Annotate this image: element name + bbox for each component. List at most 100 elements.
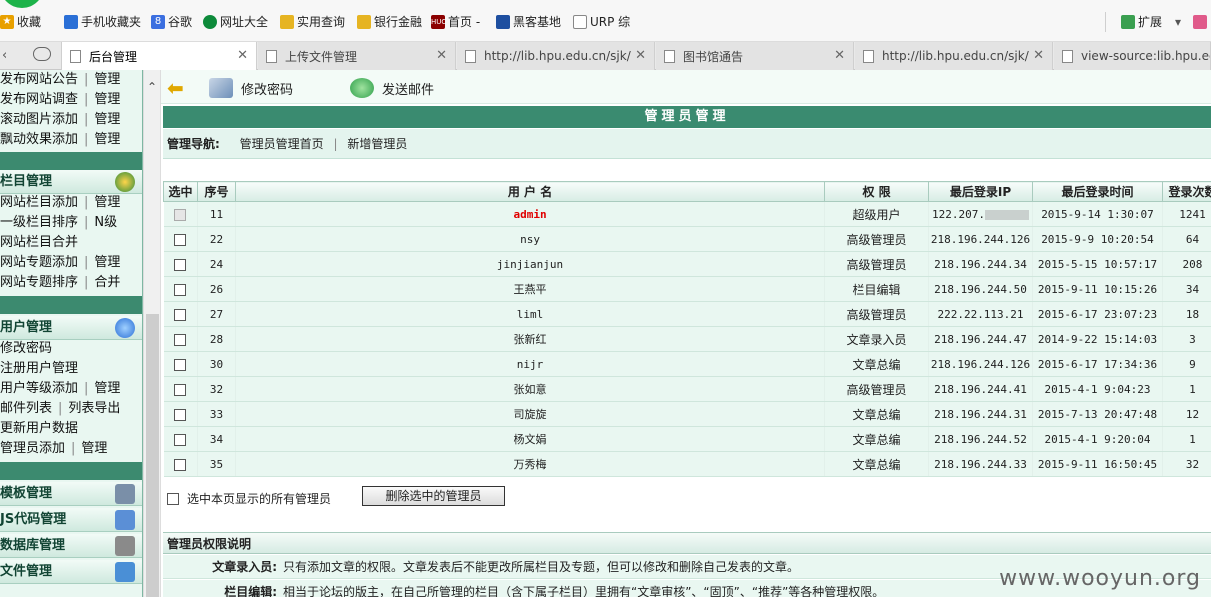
close-icon[interactable]: ✕	[436, 48, 447, 63]
table-row[interactable]: 32 张如意 高级管理员 218.196.244.41 2015-4-1 9:04:23…	[163, 376, 1211, 402]
table-row[interactable]: 34 杨文娟 文章总编 218.196.244.52 2015-4-1 9:20:04 1	[163, 426, 1211, 452]
extensions-button[interactable]: 扩展 ▾	[1121, 13, 1181, 31]
row-select-cell[interactable]	[163, 351, 198, 377]
nav-head-templates[interactable]: 模板管理	[0, 482, 142, 506]
row-username[interactable]: 司旋旋	[235, 401, 826, 427]
back-arrow-icon[interactable]: ⬅	[167, 76, 184, 100]
bookmark-favorites[interactable]: ★ 收藏	[0, 13, 41, 31]
row-username[interactable]: admin	[235, 201, 826, 227]
row-select-cell[interactable]	[163, 251, 198, 277]
row-checkbox[interactable]	[174, 458, 187, 471]
row-checkbox[interactable]	[174, 308, 187, 321]
nav-item-float-effect[interactable]: 飘动效果添加 | 管理	[0, 130, 142, 150]
nav-item-registered-users[interactable]: 注册用户管理	[0, 359, 142, 379]
row-select-cell[interactable]	[163, 226, 198, 252]
row-select-cell[interactable]	[163, 276, 198, 302]
nav-item-user-level[interactable]: 用户等级添加 | 管理	[0, 379, 142, 399]
nav-item-column-sort[interactable]: 一级栏目排序 | N级	[0, 213, 142, 233]
tab-view-source[interactable]: view-source:lib.hpu.ec	[1054, 42, 1211, 70]
row-select-cell[interactable]	[163, 301, 198, 327]
row-username[interactable]: nijr	[235, 351, 826, 377]
tab-scroll-left-icon[interactable]: ‹	[2, 48, 7, 63]
row-select-cell[interactable]	[163, 326, 198, 352]
nav-item-change-password[interactable]: 修改密码	[0, 339, 142, 359]
row-username[interactable]: 万秀梅	[235, 451, 826, 477]
nav-link-add-admin[interactable]: 新增管理员	[347, 137, 407, 151]
table-row[interactable]: 33 司旋旋 文章总编 218.196.244.31 2015-7-13 20:47:4…	[163, 401, 1211, 427]
nav-item-mail-list[interactable]: 邮件列表 | 列表导出	[0, 399, 142, 419]
nav-link-admin-home[interactable]: 管理员管理首页	[240, 137, 324, 151]
row-checkbox[interactable]	[174, 383, 187, 396]
select-all-checkbox[interactable]	[167, 492, 179, 505]
nav-head-users[interactable]: 用户管理	[0, 316, 142, 340]
table-row[interactable]: 24 jinjianjun 高级管理员 218.196.244.34 2015-5-15…	[163, 251, 1211, 277]
nav-item-admin-add[interactable]: 管理员添加 | 管理	[0, 439, 142, 459]
bookmark-banking[interactable]: 银行金融	[357, 13, 422, 31]
close-icon[interactable]: ✕	[834, 48, 845, 63]
row-checkbox[interactable]	[174, 333, 187, 346]
table-row[interactable]: 22 nsy 高级管理员 218.196.244.126 2015-9-9 10:20:…	[163, 226, 1211, 252]
close-icon[interactable]: ✕	[237, 48, 248, 63]
close-icon[interactable]: ✕	[1033, 48, 1044, 63]
scrollbar-thumb[interactable]	[146, 314, 159, 597]
row-checkbox[interactable]	[174, 258, 187, 271]
row-select-cell[interactable]	[163, 376, 198, 402]
addon-button[interactable]	[1193, 13, 1207, 31]
nav-item-topic-add[interactable]: 网站专题添加 | 管理	[0, 253, 142, 273]
tab-lib-url-2[interactable]: http://lib.hpu.edu.cn/sjk/✕	[855, 42, 1053, 70]
row-username[interactable]: 张如意	[235, 376, 826, 402]
tab-upload-files[interactable]: 上传文件管理 ✕	[258, 42, 456, 70]
bookmark-google[interactable]: 8 谷歌	[151, 13, 192, 31]
row-username[interactable]: 王燕平	[235, 276, 826, 302]
nav-head-database[interactable]: 数据库管理	[0, 534, 142, 558]
bookmark-urp[interactable]: URP 综	[573, 13, 630, 31]
nav-item-column-add[interactable]: 网站栏目添加 | 管理	[0, 193, 142, 213]
left-nav-scrollbar[interactable]: ⌃	[143, 70, 161, 597]
nav-head-columns[interactable]: 栏目管理	[0, 170, 142, 194]
table-row[interactable]: 26 王燕平 栏目编辑 218.196.244.50 2015-9-11 10:15:2…	[163, 276, 1211, 302]
cloud-icon[interactable]	[33, 47, 51, 61]
tab-admin[interactable]: 后台管理 ✕	[61, 42, 257, 71]
nav-item-column-merge[interactable]: 网站栏目合并	[0, 233, 142, 253]
bookmark-home[interactable]: HUC 首页 -	[431, 13, 480, 31]
bookmark-hacker-base[interactable]: 黑客基地	[496, 13, 561, 31]
row-select-cell[interactable]	[163, 451, 198, 477]
change-password-button[interactable]: 修改密码	[209, 78, 293, 98]
row-checkbox[interactable]	[174, 408, 187, 421]
nav-head-files[interactable]: 文件管理	[0, 560, 142, 584]
nav-item-scroll-image[interactable]: 滚动图片添加 | 管理	[0, 110, 142, 130]
row-username[interactable]: 杨文娟	[235, 426, 826, 452]
table-row[interactable]: 30 nijr 文章总编 218.196.244.126 2015-6-17 17:34…	[163, 351, 1211, 377]
select-all-row[interactable]: 选中本页显示的所有管理员	[167, 490, 331, 507]
row-select-cell[interactable]	[163, 201, 198, 227]
row-checkbox[interactable]	[174, 233, 187, 246]
bookmark-directory[interactable]: 网址大全	[203, 13, 268, 31]
send-mail-button[interactable]: 发送邮件	[350, 78, 434, 98]
table-row[interactable]: 35 万秀梅 文章总编 218.196.244.33 2015-9-11 16:50:4…	[163, 451, 1211, 477]
nav-item-update-users[interactable]: 更新用户数据	[0, 419, 142, 439]
table-row[interactable]: 11 admin 超级用户 122.207. 2015-9-14 1:30:07 1241	[163, 201, 1211, 227]
chart-icon	[115, 172, 135, 192]
nav-item-site-survey[interactable]: 发布网站调查 | 管理	[0, 90, 142, 110]
bookmark-lookup[interactable]: 实用查询	[280, 13, 345, 31]
scroll-up-icon[interactable]: ⌃	[147, 80, 157, 94]
row-username[interactable]: liml	[235, 301, 826, 327]
table-row[interactable]: 27 liml 高级管理员 222.22.113.21 2015-6-17 23:07:…	[163, 301, 1211, 327]
table-row[interactable]: 28 张新红 文章录入员 218.196.244.47 2014-9-22 15:14:…	[163, 326, 1211, 352]
row-checkbox[interactable]	[174, 358, 187, 371]
nav-item-site-notice[interactable]: 发布网站公告 | 管理	[0, 70, 142, 90]
nav-head-js-code[interactable]: JS代码管理	[0, 508, 142, 532]
row-select-cell[interactable]	[163, 426, 198, 452]
row-username[interactable]: nsy	[235, 226, 826, 252]
row-username[interactable]: jinjianjun	[235, 251, 826, 277]
nav-item-topic-sort[interactable]: 网站专题排序 | 合并	[0, 273, 142, 293]
delete-selected-button[interactable]: 删除选中的管理员	[362, 486, 505, 506]
bookmark-mobile[interactable]: 手机收藏夹	[64, 13, 141, 31]
close-icon[interactable]: ✕	[635, 48, 646, 63]
row-checkbox[interactable]	[174, 283, 187, 296]
row-checkbox[interactable]	[174, 433, 187, 446]
tab-lib-url-1[interactable]: http://lib.hpu.edu.cn/sjk/✕	[457, 42, 655, 70]
row-select-cell[interactable]	[163, 401, 198, 427]
tab-library-notice[interactable]: 图书馆通告 ✕	[656, 42, 854, 70]
row-username[interactable]: 张新红	[235, 326, 826, 352]
